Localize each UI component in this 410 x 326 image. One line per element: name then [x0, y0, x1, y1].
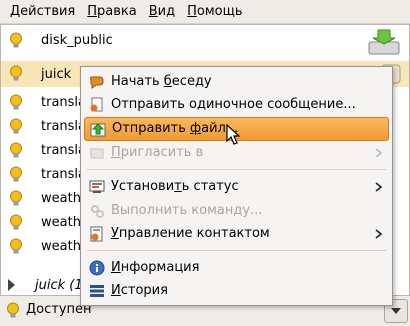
- bulb-icon: [7, 302, 19, 318]
- menubar: Действия Правка Вид Помощь: [0, 0, 410, 24]
- bulb-icon: [10, 118, 22, 134]
- context-menu: Начать беседу Отправить одиночное сообще…: [80, 66, 393, 306]
- menu-separator: [87, 250, 386, 251]
- status-icon: [89, 180, 105, 193]
- menu-item-set-status[interactable]: Установить статус: [84, 176, 389, 198]
- manage-contact-icon: [90, 226, 103, 242]
- menu-help[interactable]: Помощь: [181, 0, 248, 24]
- mouse-cursor-icon: [226, 124, 241, 145]
- submenu-arrow-icon: [375, 229, 383, 239]
- bulb-icon: [10, 142, 22, 158]
- bulb-icon: [10, 94, 22, 110]
- menu-item-information[interactable]: Информация: [84, 257, 389, 279]
- history-icon: [90, 285, 104, 297]
- menu-item-history[interactable]: История: [84, 280, 389, 302]
- bulb-icon: [10, 166, 22, 182]
- command-icon: [91, 205, 104, 218]
- submenu-arrow-icon: [375, 182, 383, 192]
- message-icon: [90, 97, 103, 112]
- disk-icon: [368, 29, 400, 55]
- bulb-icon: [10, 32, 22, 48]
- send-file-icon: [90, 123, 106, 137]
- bulb-icon: [10, 65, 22, 81]
- menu-view[interactable]: Вид: [143, 0, 181, 24]
- chat-icon: [90, 76, 104, 89]
- info-icon: [89, 260, 105, 276]
- bulb-icon: [10, 238, 22, 254]
- menu-item-manage-contact[interactable]: Управление контактом: [84, 223, 389, 245]
- menu-item-start-chat[interactable]: Начать беседу: [84, 71, 389, 93]
- menu-item-run-command: Выполнить команду...: [84, 200, 389, 222]
- menu-item-send-single-message[interactable]: Отправить одиночное сообщение...: [84, 94, 389, 116]
- expand-arrow-icon[interactable]: [8, 279, 15, 291]
- bulb-icon: [10, 214, 22, 230]
- menu-actions[interactable]: Действия: [4, 0, 81, 24]
- contact-row[interactable]: disk_public: [1, 28, 409, 55]
- menu-separator: [87, 169, 386, 170]
- bulb-icon: [10, 190, 22, 206]
- submenu-arrow-icon: [375, 148, 383, 158]
- invite-icon: [90, 148, 104, 159]
- menu-edit[interactable]: Правка: [81, 0, 142, 24]
